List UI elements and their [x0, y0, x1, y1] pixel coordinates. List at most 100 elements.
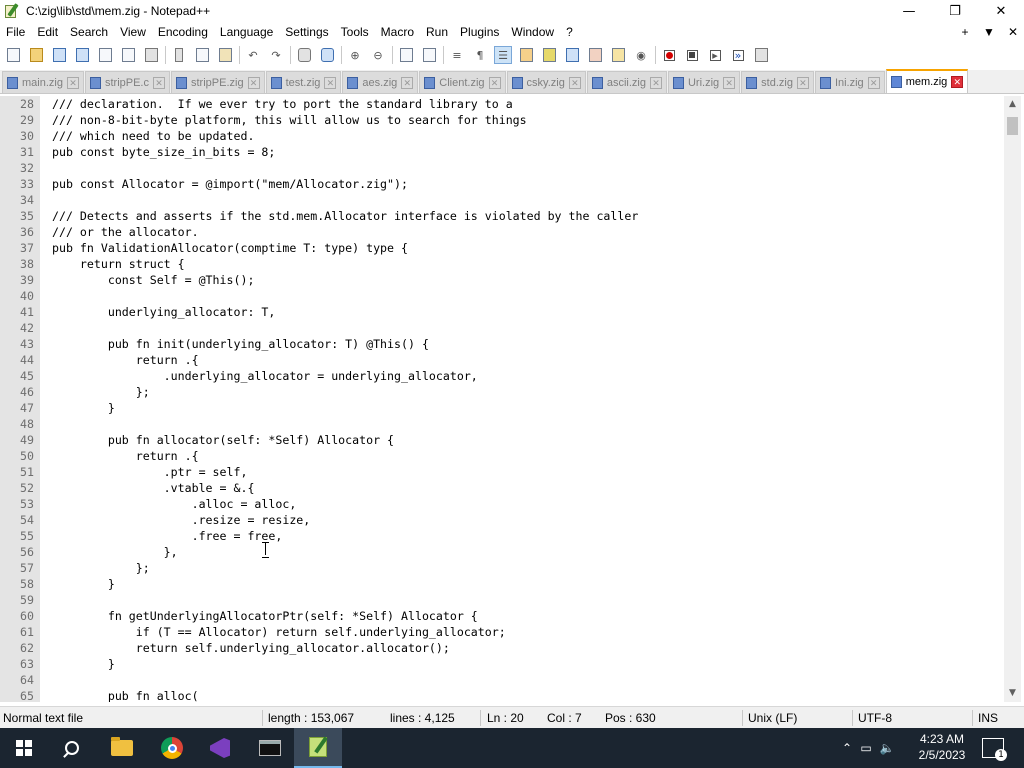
tab-close-icon[interactable]: ✕	[324, 76, 337, 89]
minimize-button[interactable]: —	[886, 0, 932, 22]
zoom-in-icon[interactable]: ⊕	[346, 46, 364, 64]
code-line: 30 /// which need to be updated.	[0, 128, 1004, 144]
menu-run[interactable]: Run	[420, 22, 454, 42]
menu-edit[interactable]: Edit	[31, 22, 64, 42]
find-icon[interactable]	[295, 46, 313, 64]
tab-ini-zig[interactable]: Ini.zig ✕	[814, 71, 885, 93]
menu-plugins[interactable]: Plugins	[454, 22, 505, 42]
vertical-scrollbar[interactable]: ▲ ▼	[1004, 96, 1021, 702]
tab-std-zig[interactable]: std.zig ✕	[741, 71, 814, 93]
scroll-down-icon[interactable]: ▼	[1004, 685, 1021, 702]
status-encoding[interactable]: UTF-8	[858, 707, 892, 729]
save-icon[interactable]	[50, 46, 68, 64]
function-list-icon[interactable]	[586, 46, 604, 64]
status-eol-format[interactable]: Unix (LF)	[748, 707, 797, 729]
menu-tools[interactable]: Tools	[335, 22, 375, 42]
undo-icon[interactable]: ↶	[244, 46, 262, 64]
line-number: 45	[20, 369, 34, 383]
menu-language[interactable]: Language	[214, 22, 279, 42]
new-file-icon[interactable]	[4, 46, 22, 64]
taskbar-notepadpp[interactable]	[294, 728, 342, 768]
print-icon[interactable]	[142, 46, 160, 64]
run-macro-multiple-icon[interactable]: »	[729, 46, 747, 64]
tab-aes-zig[interactable]: aes.zig ✕	[342, 71, 419, 93]
new-tab-icon[interactable]: +	[958, 25, 972, 39]
clock-time: 4:23 AM	[919, 732, 965, 746]
tab-close-icon[interactable]: ✕	[568, 76, 581, 89]
close-document-icon[interactable]: ✕	[1006, 25, 1020, 39]
replace-icon[interactable]	[318, 46, 336, 64]
tab-strippe-zig[interactable]: stripPE.zig ✕	[170, 71, 265, 93]
tab-close-icon[interactable]: ✕	[66, 76, 79, 89]
menu-macro[interactable]: Macro	[375, 22, 420, 42]
menu-view[interactable]: View	[114, 22, 152, 42]
code-editor[interactable]: 28 /// declaration. If we ever try to por…	[0, 96, 1004, 702]
document-map-icon[interactable]	[540, 46, 558, 64]
scrollbar-thumb[interactable]	[1007, 117, 1018, 135]
sync-horizontal-icon[interactable]	[420, 46, 438, 64]
scroll-up-icon[interactable]: ▲	[1004, 96, 1021, 113]
status-insert-mode[interactable]: INS	[978, 707, 998, 729]
tab-uri-zig[interactable]: Uri.zig ✕	[667, 71, 741, 93]
tab-list-icon[interactable]: ▼	[982, 25, 996, 39]
taskbar-chrome[interactable]	[148, 728, 196, 768]
define-language-icon[interactable]	[517, 46, 535, 64]
taskbar-clock[interactable]: 4:23 AM 2/5/2023	[912, 731, 972, 763]
tab-close-icon[interactable]: ✕	[488, 76, 501, 89]
save-macro-icon[interactable]	[752, 46, 770, 64]
show-hidden-icons-icon[interactable]: ⌃	[838, 741, 856, 755]
tab-close-icon[interactable]: ✕	[796, 76, 809, 89]
tab-close-icon[interactable]: ✕	[152, 76, 165, 89]
close-button[interactable]: ✕	[978, 0, 1024, 22]
redo-icon[interactable]: ↷	[267, 46, 285, 64]
volume-icon[interactable]: 🔈	[876, 741, 898, 755]
monitoring-icon[interactable]: ◉	[632, 46, 650, 64]
taskbar-terminal[interactable]	[246, 728, 294, 768]
copy-icon[interactable]	[193, 46, 211, 64]
tab-test-zig[interactable]: test.zig ✕	[265, 71, 342, 93]
sync-vertical-icon[interactable]	[397, 46, 415, 64]
stop-recording-icon[interactable]	[683, 46, 701, 64]
taskbar-visual-studio[interactable]	[196, 728, 244, 768]
tab-client-zig[interactable]: Client.zig ✕	[419, 71, 506, 93]
word-wrap-icon[interactable]: ≡	[448, 46, 466, 64]
close-all-icon[interactable]	[119, 46, 137, 64]
tab-close-icon[interactable]: ✕	[951, 76, 964, 88]
menu-encoding[interactable]: Encoding	[152, 22, 214, 42]
show-all-characters-icon[interactable]: ¶	[471, 46, 489, 64]
network-icon[interactable]: ▭	[856, 741, 876, 755]
document-list-icon[interactable]	[563, 46, 581, 64]
zoom-out-icon[interactable]: ⊖	[369, 46, 387, 64]
open-file-icon[interactable]	[27, 46, 45, 64]
tab-close-icon[interactable]: ✕	[649, 76, 662, 89]
save-all-icon[interactable]	[73, 46, 91, 64]
indent-guide-icon[interactable]: ☰	[494, 46, 512, 64]
close-icon[interactable]	[96, 46, 114, 64]
maximize-button[interactable]: ❐	[932, 0, 978, 22]
code-line: 59	[0, 592, 1004, 608]
paste-icon[interactable]	[216, 46, 234, 64]
taskbar-search-button[interactable]	[48, 728, 96, 768]
menu-help[interactable]: ?	[560, 22, 579, 42]
tab-ascii-zig[interactable]: ascii.zig ✕	[586, 71, 667, 93]
tab-strippe-c[interactable]: stripPE.c ✕	[84, 71, 170, 93]
tab-csky-zig[interactable]: csky.zig ✕	[506, 71, 586, 93]
menu-file[interactable]: File	[0, 22, 31, 42]
tab-close-icon[interactable]: ✕	[247, 76, 260, 89]
playback-macro-icon[interactable]: ▸	[706, 46, 724, 64]
start-button[interactable]	[0, 728, 48, 768]
tab-close-icon[interactable]: ✕	[723, 76, 736, 89]
notification-center-icon[interactable]: 1	[982, 738, 1007, 761]
tab-main-zig[interactable]: main.zig ✕	[2, 71, 84, 93]
menu-settings[interactable]: Settings	[279, 22, 334, 42]
tab-close-icon[interactable]: ✕	[401, 76, 414, 89]
record-macro-icon[interactable]	[660, 46, 678, 64]
menu-search[interactable]: Search	[64, 22, 114, 42]
tab-close-icon[interactable]: ✕	[867, 76, 880, 89]
cut-icon[interactable]	[170, 46, 188, 64]
taskbar-file-explorer[interactable]	[98, 728, 146, 768]
folder-as-workspace-icon[interactable]	[609, 46, 627, 64]
menu-window[interactable]: Window	[505, 22, 560, 42]
tab-mem-zig[interactable]: mem.zig ✕	[885, 69, 969, 93]
code-line: 55 .free = free,	[0, 528, 1004, 544]
